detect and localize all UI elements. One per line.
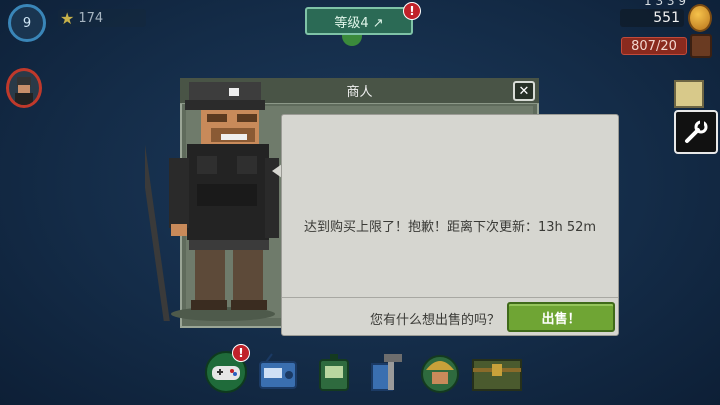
hero-portrait-icon bbox=[15, 77, 33, 105]
soldier-icon bbox=[421, 355, 459, 393]
level-button[interactable]: 等级4 ↗ bbox=[305, 7, 413, 35]
coin-icon bbox=[688, 4, 712, 32]
wrench-icon bbox=[685, 120, 708, 143]
backpack-icon[interactable] bbox=[690, 34, 712, 58]
level-alert-text: ! bbox=[409, 4, 415, 18]
close-button[interactable]: ✕ bbox=[513, 81, 535, 101]
sell-button[interactable]: 出售！ bbox=[507, 302, 615, 332]
coins-partial: 1 3 3 9 bbox=[644, 0, 686, 8]
tools-button[interactable] bbox=[366, 350, 410, 394]
star-icon: ★ bbox=[60, 8, 75, 28]
merchant-character bbox=[145, 82, 279, 321]
device-icon bbox=[319, 354, 349, 391]
bubble-divider bbox=[282, 297, 618, 298]
tools-icon bbox=[371, 354, 402, 391]
stars-counter: ★ 174 bbox=[58, 8, 146, 28]
inventory-capacity: 807/20 bbox=[621, 37, 687, 55]
gamepad-alert-text: ! bbox=[238, 346, 244, 360]
radio-icon bbox=[259, 353, 297, 389]
close-icon: ✕ bbox=[518, 83, 530, 99]
player-level-badge[interactable]: 9 bbox=[8, 4, 46, 42]
sell-button-label: 出售！ bbox=[541, 311, 581, 327]
settings-wrench-button[interactable] bbox=[674, 110, 718, 154]
capacity-value: 807/20 bbox=[631, 38, 677, 54]
soldier-button[interactable] bbox=[418, 350, 462, 394]
merchant-title: 商人 bbox=[346, 85, 373, 100]
coins-counter: 551 bbox=[620, 9, 684, 27]
level-alert-badge: ! bbox=[403, 2, 421, 20]
map-icon[interactable] bbox=[674, 80, 704, 108]
player-level-value: 9 bbox=[22, 15, 32, 31]
level-button-label: 等级4 ↗ bbox=[334, 15, 384, 31]
hero-avatar[interactable] bbox=[6, 68, 42, 108]
coins-value: 551 bbox=[653, 10, 680, 26]
merchant-message: 达到购买上限了！抱歉！距离下次更新：13h 52m bbox=[303, 219, 597, 235]
sell-question: 您有什么想出售的吗？ bbox=[369, 312, 500, 328]
map-marker-icon bbox=[342, 34, 362, 46]
device-button[interactable] bbox=[312, 350, 356, 394]
radio-button[interactable] bbox=[256, 350, 300, 394]
gamepad-alert-badge: ! bbox=[232, 344, 250, 362]
crate-button[interactable] bbox=[470, 350, 524, 394]
stars-value: 174 bbox=[78, 10, 104, 26]
crate-icon bbox=[472, 359, 522, 391]
